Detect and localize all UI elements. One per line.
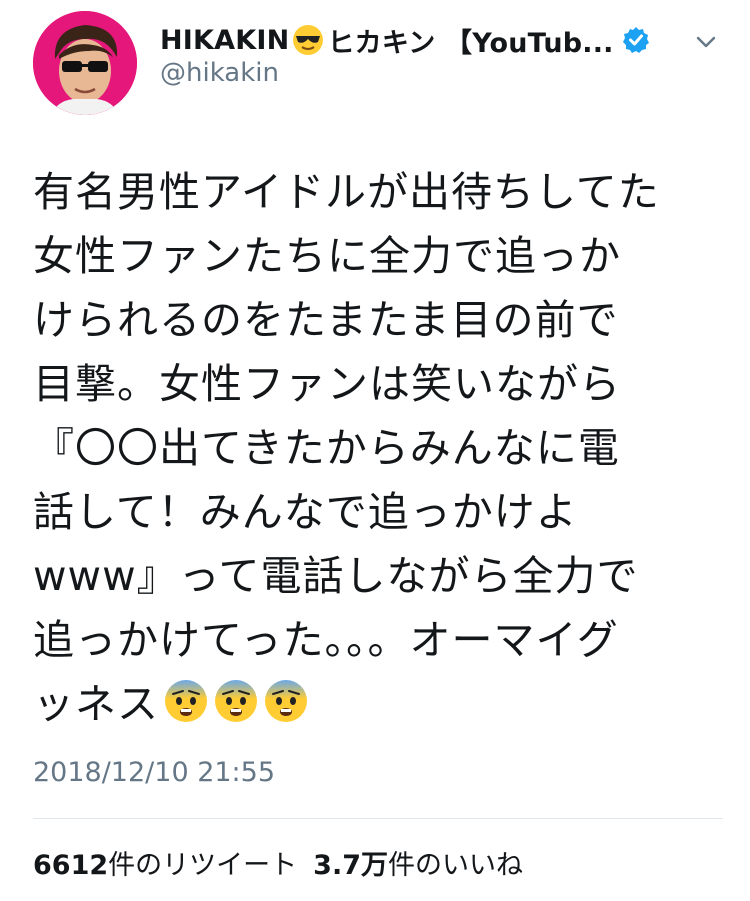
fearful-face-icon [213,678,259,724]
avatar[interactable] [33,11,137,115]
tweet-line: 目撃。女性ファンは笑いながら [33,360,621,408]
like-count: 3.7万 [313,850,388,881]
retweet-count: 6612 [33,850,109,881]
user-name-row[interactable]: HIKAKIN ヒカキン 【YouTub... [160,18,650,62]
divider [33,818,723,819]
retweet-stat[interactable]: 6612件のリツイート [33,850,297,881]
tweet-text: 有名男性アイドルが出待ちしてた 女性ファンたちに全力で追っか けられるのをたまた… [33,160,733,736]
tweet-line: 話して！みんなで追っかけよ [33,488,578,536]
tweet-timestamp[interactable]: 2018/12/10 21:55 [33,757,275,788]
like-label: 件のいいね [388,850,523,881]
tweet-line-text: ッネス [33,680,159,728]
tweet-line: けられるのをたまたま目の前で [33,296,619,344]
tweet-last-line: ッネス [33,672,733,736]
chevron-down-icon[interactable] [693,29,719,55]
retweet-label: 件のリツイート [108,850,298,881]
verified-badge-icon [622,26,650,54]
user-handle[interactable]: @hikakin [160,58,279,88]
tweet-line: www』って電話しながら全力で [33,552,639,600]
like-stat[interactable]: 3.7万件のいいね [313,850,523,881]
tweet-line: 有名男性アイドルが出待ちしてた [33,168,660,216]
fearful-face-icon [163,678,209,724]
tweet-line: 『〇〇出てきたからみんなに電 [33,424,620,472]
tweet-stats: 6612件のリツイート 3.7万件のいいね [33,843,523,882]
display-name: HIKAKIN [160,24,290,56]
display-name-suffix: ヒカキン 【YouTub... [327,27,614,59]
tweet-line: 追っかけてった。。。オーマイグ [33,616,619,664]
fearful-face-icon [263,678,309,724]
smiling-face-with-sunglasses-icon [291,23,325,57]
tweet-line: 女性ファンたちに全力で追っか [33,232,621,280]
